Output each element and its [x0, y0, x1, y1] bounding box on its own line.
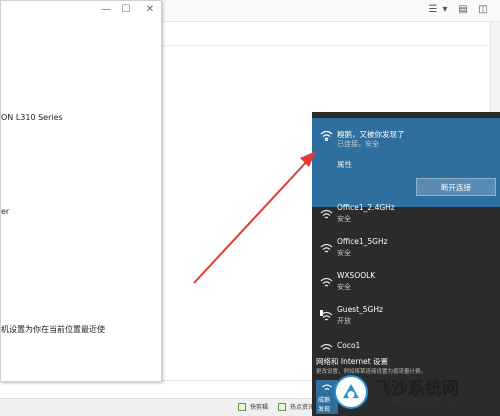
printer-name[interactable]: ON L310 Series	[1, 113, 63, 122]
network-name: Office1_5GHz	[337, 237, 388, 246]
printer-item-fragment[interactable]: er	[1, 207, 9, 216]
watermark-url: www.fs0745.com	[392, 398, 461, 407]
news-icon[interactable]	[278, 403, 286, 411]
wifi-icon	[320, 209, 333, 219]
network-flyout: 糗鹅，又被你发现了 已连接，安全 属性 断开连接 Office1_2.4GHz …	[312, 112, 500, 416]
network-item[interactable]: Office1_2.4GHz 安全	[312, 200, 500, 234]
network-status: 安全	[337, 215, 351, 223]
restore-icon[interactable]: ◫	[477, 4, 489, 16]
background-toolbar: ☰ ▾ ▤ ◫	[161, 0, 500, 22]
video-editor-icon[interactable]	[238, 403, 246, 411]
background-address-bar	[161, 22, 500, 46]
quick-tile-label: 发现	[318, 406, 331, 413]
connected-network-status: 已连接，安全	[337, 140, 379, 148]
dropdown-arrow-icon[interactable]: ▾	[439, 4, 451, 16]
wifi-icon	[320, 130, 333, 141]
network-status: 安全	[337, 249, 351, 257]
watermark-title: 飞沙系统网	[374, 379, 459, 399]
network-name: Guest_5GHz	[337, 305, 383, 314]
wifi-icon	[320, 243, 333, 253]
network-item[interactable]: WXSOOLK 安全	[312, 268, 500, 302]
default-printer-note: 机设置为你在当前位置最近使	[1, 325, 105, 334]
network-item[interactable]: Guest_5GHz 开放	[312, 302, 500, 336]
network-name: Coco1	[337, 341, 361, 350]
quick-tile-label: 成鹅	[318, 397, 331, 404]
site-watermark: 飞沙系统网 www.fs0745.com	[334, 372, 500, 416]
wifi-icon	[322, 384, 332, 391]
network-name: Office1_2.4GHz	[337, 203, 395, 212]
taskbar-item-news[interactable]: 热点资讯	[290, 402, 314, 411]
printer-settings-window: — ☐ ✕ ON L310 Series er 机设置为你在当前位置最近使	[0, 0, 162, 382]
list-view-icon[interactable]: ☰	[427, 4, 439, 16]
wifi-warning-icon	[320, 310, 333, 321]
wifi-icon	[320, 277, 333, 287]
status-strip	[0, 380, 312, 398]
network-status: 开放	[337, 317, 351, 325]
network-status: 安全	[337, 283, 351, 291]
properties-link[interactable]: 属性	[337, 159, 352, 170]
network-name: WXSOOLK	[337, 271, 376, 280]
panel-icon[interactable]: ▤	[457, 4, 469, 16]
network-item[interactable]: Office1_5GHz 安全	[312, 234, 500, 268]
connected-network[interactable]: 糗鹅，又被你发现了 已连接，安全 属性 断开连接	[312, 118, 500, 207]
wifi-icon	[320, 343, 333, 350]
maximize-button[interactable]: ☐	[119, 3, 133, 17]
network-settings-link[interactable]: 网络和 Internet 设置	[316, 356, 388, 367]
watermark-logo-icon	[334, 375, 368, 409]
taskbar-item-video-editor[interactable]: 快剪辑	[250, 402, 268, 411]
close-button[interactable]: ✕	[143, 3, 157, 17]
disconnect-button[interactable]: 断开连接	[416, 178, 496, 196]
minimize-button[interactable]: —	[99, 3, 113, 17]
